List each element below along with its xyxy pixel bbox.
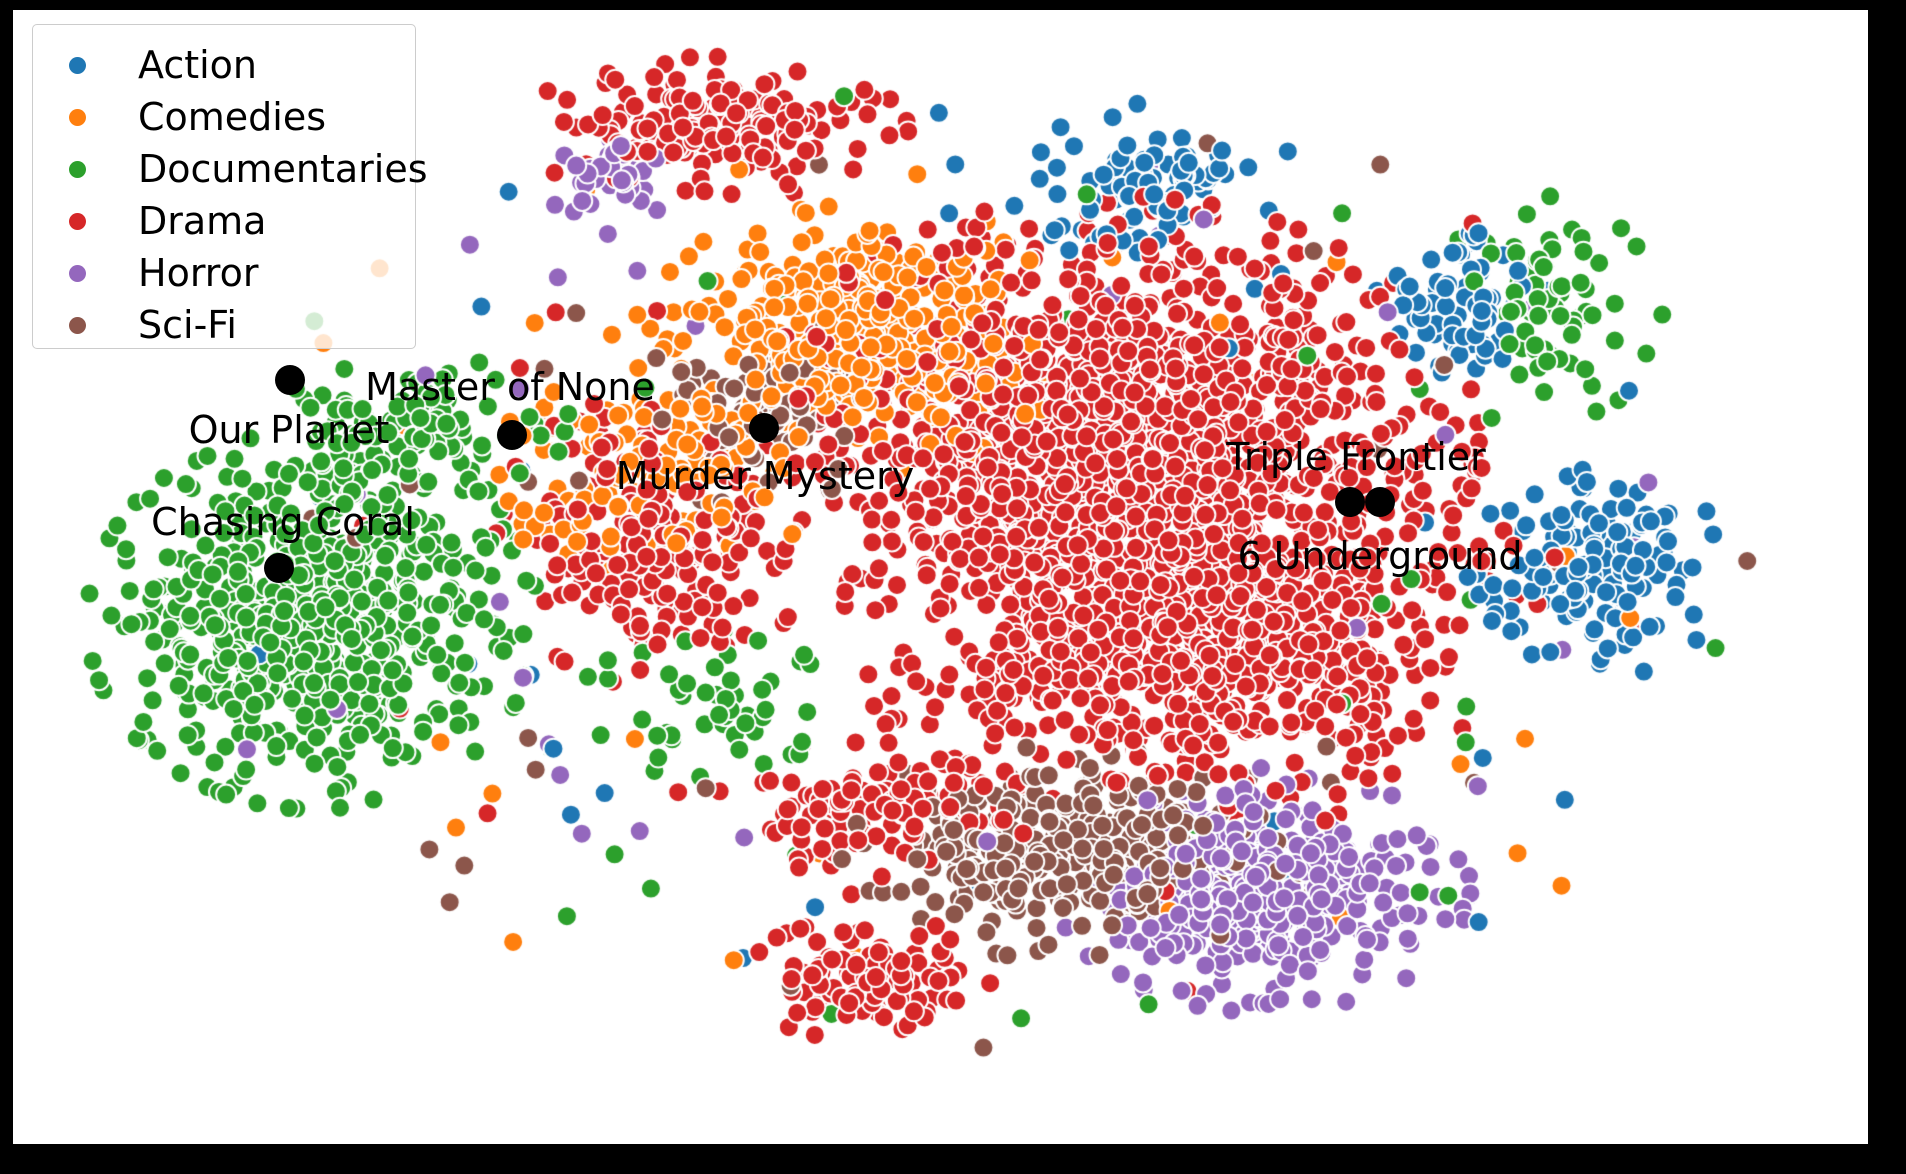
legend-item-horror[interactable]: Horror	[33, 247, 415, 299]
legend-swatch-icon	[69, 264, 86, 282]
legend-item-label: Sci-Fi	[138, 303, 237, 347]
legend-item-label: Drama	[138, 199, 267, 243]
highlighted-title-marker[interactable]	[497, 420, 527, 450]
highlighted-title-marker[interactable]	[749, 413, 779, 443]
legend-item-comedies[interactable]: Comedies	[33, 91, 415, 143]
legend-item-label: Comedies	[138, 95, 327, 139]
scatter-plot-area[interactable]: Our Planet Master of None Murder Mystery Ch…	[13, 10, 1868, 1144]
legend-swatch-icon	[69, 160, 86, 178]
highlighted-title-marker[interactable]	[264, 553, 294, 583]
legend-item-label: Horror	[138, 251, 259, 295]
legend-swatch-icon	[69, 56, 86, 74]
legend-swatch-icon	[69, 108, 86, 126]
genre-legend[interactable]: Action Comedies Documentaries Drama Horror Sc…	[32, 24, 428, 351]
legend-swatch-icon	[69, 212, 86, 230]
highlighted-title-marker[interactable]	[1365, 487, 1395, 517]
legend-item-documentaries[interactable]: Documentaries	[33, 143, 428, 195]
legend-item-label: Documentaries	[138, 147, 428, 191]
highlighted-title-marker[interactable]	[1335, 487, 1365, 517]
legend-item-action[interactable]: Action	[33, 39, 415, 91]
legend-item-sci-fi[interactable]: Sci-Fi	[33, 299, 415, 351]
figure-root: Our Planet Master of None Murder Mystery Ch…	[0, 0, 1906, 1174]
legend-swatch-icon	[69, 316, 86, 334]
legend-item-drama[interactable]: Drama	[33, 195, 415, 247]
highlighted-title-marker[interactable]	[275, 365, 305, 395]
legend-item-label: Action	[138, 43, 258, 87]
